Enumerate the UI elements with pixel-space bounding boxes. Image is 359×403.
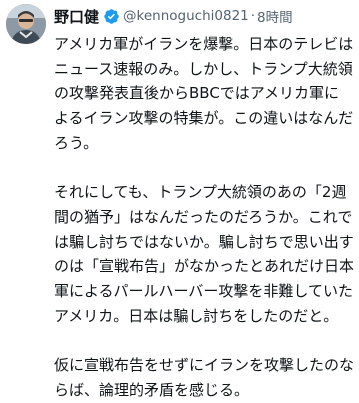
tweet-content: 野口健 @kennoguchi0821 · 8時間 アメリカ軍がイランを爆撃。日… [54, 4, 354, 403]
author-handle[interactable]: @kennoguchi0821 [123, 8, 249, 24]
tweet-text: アメリカ軍がイランを爆撃。日本のテレビはニュース速報のみ。しかし、トランプ大統領… [54, 32, 354, 403]
tweet-paragraph: それにしても、トランプ大統領のあの「2週間の猶予」はなんだったのだろうか。これで… [54, 183, 355, 325]
tweet-paragraph: 仮に宣戦布告をせずにイランを攻撃したのならば、論理的矛盾を感じる。 [54, 356, 355, 399]
author-name[interactable]: 野口健 [54, 6, 99, 27]
tweet-header: 野口健 @kennoguchi0821 · 8時間 [54, 4, 354, 28]
tweet: 野口健 @kennoguchi0821 · 8時間 アメリカ軍がイランを爆撃。日… [0, 0, 359, 399]
tweet-timestamp[interactable]: 8時間 [257, 6, 293, 26]
verified-badge-icon [103, 8, 120, 25]
tweet-paragraph: アメリカ軍がイランを爆撃。日本のテレビはニュース速報のみ。しかし、トランプ大統領… [54, 35, 354, 152]
avatar[interactable] [6, 4, 46, 44]
separator-dot: · [250, 8, 256, 24]
